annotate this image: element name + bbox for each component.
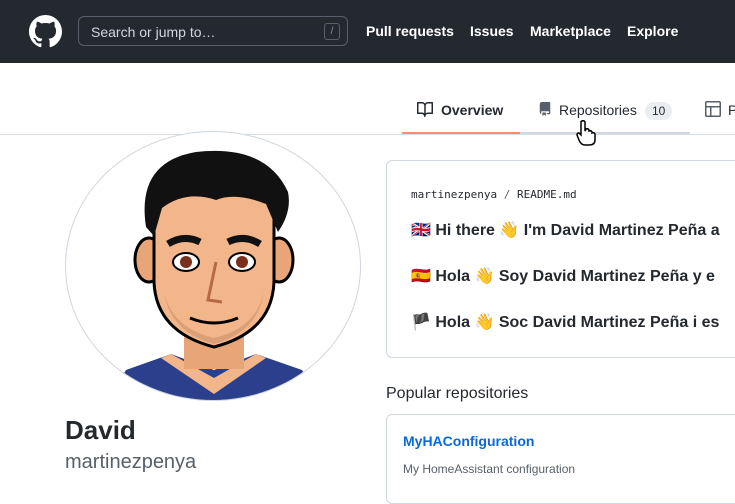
profile-login: martinezpenya [65,451,197,473]
global-header: Search or jump to… / Pull requests Issue… [0,0,735,63]
search-input[interactable]: Search or jump to… / [78,16,348,46]
readme-path-separator: / [503,188,511,201]
hover-tab-indicator [520,132,690,134]
readme-line-catalan: 🏴 Hola 👋 Soc David Martinez Peña i es [411,314,720,331]
repo-name-link[interactable]: MyHAConfiguration [403,433,534,449]
readme-path: martinezpenya / README.md [411,188,577,201]
search-shortcut-hint: / [324,23,340,40]
repositories-count-badge: 10 [645,102,673,120]
github-mark-icon[interactable] [29,15,62,48]
readme-owner-link[interactable]: martinezpenya [411,188,497,201]
readme-line-spanish: 🇪🇸 Hola 👋 Soy David Martinez Peña y e [411,268,715,285]
avatar-illustration [107,150,321,400]
profile-readme-card: martinezpenya / README.md 🇬🇧 Hi there 👋 … [386,160,735,358]
active-tab-indicator [402,132,520,134]
nav-pull-requests[interactable]: Pull requests [366,23,454,39]
nav-explore[interactable]: Explore [627,23,678,39]
repo-icon [539,102,551,116]
popular-repositories-heading: Popular repositories [386,385,529,402]
tab-repositories-label: Repositories [559,102,637,118]
tabs-divider [0,134,735,135]
tab-projects-label: P [728,102,735,118]
tab-overview-label: Overview [441,102,504,118]
table-icon [705,101,721,117]
book-icon [417,101,433,117]
profile-name: David [65,415,136,445]
avatar[interactable] [65,131,361,401]
readme-file-link[interactable]: README.md [517,188,577,201]
hand-pointer-cursor-icon [576,120,596,146]
repo-card: MyHAConfiguration My HomeAssistant confi… [386,414,735,504]
nav-marketplace[interactable]: Marketplace [530,23,611,39]
nav-issues[interactable]: Issues [470,23,514,39]
readme-line-english: 🇬🇧 Hi there 👋 I'm David Martinez Peña a [411,222,720,239]
search-placeholder: Search or jump to… [91,24,216,40]
repo-description: My HomeAssistant configuration [403,462,576,476]
